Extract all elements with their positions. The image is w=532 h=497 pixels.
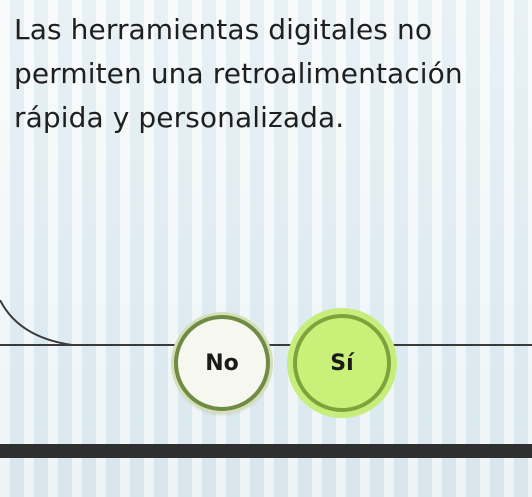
answer-no-button[interactable]: No xyxy=(174,315,270,411)
answer-si-label: Sí xyxy=(330,350,354,376)
answer-no-label: No xyxy=(205,350,239,376)
question-text: Las herramientas digitales no permiten u… xyxy=(14,13,463,134)
bottom-bar xyxy=(0,444,532,458)
bottom-area xyxy=(0,458,532,497)
quiz-screen: Las herramientas digitales no permiten u… xyxy=(0,0,532,497)
answer-si-button[interactable]: Sí xyxy=(293,314,391,412)
separator-curve xyxy=(0,300,80,346)
